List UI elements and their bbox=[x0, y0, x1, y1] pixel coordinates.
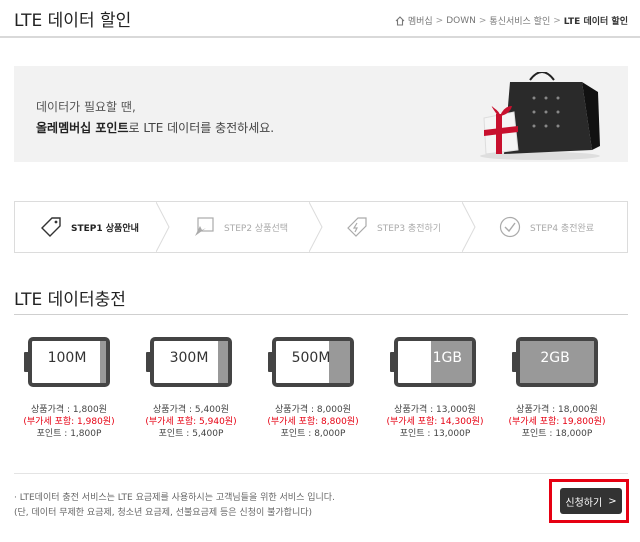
product-points: 포인트 : 5,400P bbox=[158, 429, 224, 439]
breadcrumb-separator: > bbox=[435, 15, 444, 26]
apply-button[interactable]: 신청하기 > bbox=[560, 488, 622, 514]
product-points: 포인트 : 1,800P bbox=[36, 429, 102, 439]
step-1: STEP1 상품안내 bbox=[15, 202, 170, 252]
shopping-bag-gift-image bbox=[480, 72, 600, 160]
banner-line1: 데이터가 필요할 땐, bbox=[36, 100, 136, 114]
step-indicator: STEP1 상품안내 STEP2 상품선택 STEP3 충전하기 STEP4 충… bbox=[14, 201, 628, 253]
breadcrumb-separator: > bbox=[553, 15, 561, 26]
section-title: LTE 데이터충전 bbox=[14, 290, 126, 310]
product-points: 포인트 : 13,000P bbox=[399, 429, 471, 439]
banner-line2: 올레멤버십 포인트로 LTE 데이터를 충전하세요. bbox=[36, 119, 274, 136]
service-notice: · LTE데이터 충전 서비스는 LTE 요금제를 사용하시는 고객님들을 위한… bbox=[14, 491, 335, 521]
step-2: STEP2 상품선택 bbox=[168, 202, 323, 252]
product-card[interactable]: 2GB 상품가격 : 18,000원 (부가세 포함: 19,800원) 포인트… bbox=[502, 337, 612, 440]
product-vat-price: (부가세 포함: 1,980원) bbox=[23, 417, 115, 427]
step-4: STEP4 충전완료 bbox=[474, 202, 627, 252]
banner-line2-rest: 로 LTE 데이터를 충전하세요. bbox=[128, 121, 275, 135]
apply-button-highlight: 신청하기 > bbox=[549, 479, 629, 523]
breadcrumb-item-membership[interactable]: 멤버십 bbox=[408, 14, 433, 27]
product-size: 500M bbox=[291, 350, 331, 366]
product-size: 1GB bbox=[432, 350, 462, 366]
product-card[interactable]: 1GB 상품가격 : 13,000원 (부가세 포함: 14,300원) 포인트… bbox=[380, 337, 490, 440]
product-size: 2GB bbox=[540, 350, 570, 366]
breadcrumb-item-current: LTE 데이터 할인 bbox=[563, 17, 628, 27]
product-vat-price: (부가세 포함: 19,800원) bbox=[508, 417, 606, 427]
promo-banner: 데이터가 필요할 땐, 올레멤버십 포인트로 LTE 데이터를 충전하세요. bbox=[14, 66, 628, 162]
product-price: 상품가격 : 13,000원 bbox=[394, 405, 476, 415]
step-3: STEP3 충전하기 bbox=[321, 202, 476, 252]
product-price: 상품가격 : 1,800원 bbox=[31, 405, 107, 415]
step-3-label: STEP3 충전하기 bbox=[377, 223, 442, 234]
page-header: LTE 데이터 할인 멤버십 > DOWN > 통신서비스 할인 > LTE 데… bbox=[0, 0, 640, 38]
footer-divider bbox=[14, 473, 628, 474]
notice-line1: · LTE데이터 충전 서비스는 LTE 요금제를 사용하시는 고객님들을 위한… bbox=[14, 493, 335, 503]
breadcrumb: 멤버십 > DOWN > 통신서비스 할인 > LTE 데이터 할인 bbox=[395, 14, 628, 27]
product-vat-price: (부가세 포함: 8,800원) bbox=[267, 417, 359, 427]
notice-line2: (단, 데이터 무제한 요금제, 청소년 요금제, 선불요금제 등은 신청이 불… bbox=[14, 508, 313, 518]
battery-icon: 2GB bbox=[512, 337, 598, 387]
step-2-label: STEP2 상품선택 bbox=[224, 223, 289, 234]
battery-icon: 500M bbox=[268, 337, 354, 387]
product-price: 상품가격 : 18,000원 bbox=[516, 405, 598, 415]
step-4-label: STEP4 충전완료 bbox=[530, 223, 595, 234]
banner-highlight: 올레멤버십 포인트 bbox=[36, 121, 129, 135]
breadcrumb-item-telecom-discount[interactable]: 통신서비스 할인 bbox=[489, 14, 550, 27]
product-list: 100M 상품가격 : 1,800원 (부가세 포함: 1,980원) 포인트 … bbox=[14, 337, 628, 447]
battery-icon: 1GB bbox=[390, 337, 476, 387]
product-size: 100M bbox=[47, 350, 87, 366]
battery-icon: 100M bbox=[24, 337, 110, 387]
product-card[interactable]: 300M 상품가격 : 5,400원 (부가세 포함: 5,940원) 포인트 … bbox=[136, 337, 246, 440]
product-points: 포인트 : 8,000P bbox=[280, 429, 346, 439]
product-price: 상품가격 : 5,400원 bbox=[153, 405, 229, 415]
product-vat-price: (부가세 포함: 14,300원) bbox=[386, 417, 484, 427]
step-1-label: STEP1 상품안내 bbox=[71, 223, 139, 234]
breadcrumb-item-down[interactable]: DOWN bbox=[446, 16, 476, 26]
section-divider bbox=[14, 314, 628, 315]
cursor-select-icon bbox=[195, 217, 214, 236]
apply-button-label: 신청하기 bbox=[565, 497, 603, 509]
chevron-right-icon: > bbox=[608, 495, 617, 507]
battery-icon: 300M bbox=[146, 337, 232, 387]
tag-icon bbox=[41, 217, 61, 237]
product-price: 상품가격 : 8,000원 bbox=[275, 405, 351, 415]
product-vat-price: (부가세 포함: 5,940원) bbox=[145, 417, 237, 427]
product-size: 300M bbox=[169, 350, 209, 366]
home-icon[interactable] bbox=[395, 15, 405, 26]
breadcrumb-separator: > bbox=[478, 15, 487, 26]
charge-tag-icon bbox=[347, 217, 367, 237]
check-circle-icon bbox=[499, 216, 521, 238]
product-card[interactable]: 100M 상품가격 : 1,800원 (부가세 포함: 1,980원) 포인트 … bbox=[14, 337, 124, 440]
product-card[interactable]: 500M 상품가격 : 8,000원 (부가세 포함: 8,800원) 포인트 … bbox=[258, 337, 368, 440]
product-points: 포인트 : 18,000P bbox=[521, 429, 593, 439]
page-title: LTE 데이터 할인 bbox=[14, 11, 132, 31]
